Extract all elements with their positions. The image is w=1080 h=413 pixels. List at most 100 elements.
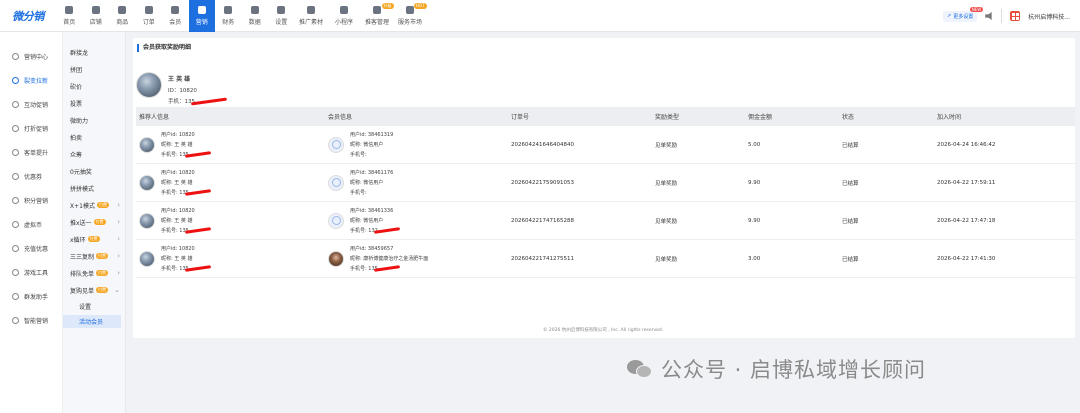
nav-shop[interactable]: 店铺 [83, 0, 110, 32]
main-nav: 首页 店铺 商品 订单 会员 营销 财务 数据 设置 推广素材 小程序 推客管理… [56, 0, 427, 32]
member-name: 王 英 雄 [168, 76, 191, 83]
member-id: 用户id: 38461336 [350, 208, 394, 214]
join-time: 2026-04-22 17:59:11 [937, 179, 996, 186]
paid-badge: 付费 [96, 287, 109, 293]
sidebar-item-discount[interactable]: 打折促销 [0, 116, 62, 140]
speaker-icon[interactable] [985, 12, 992, 20]
referrer-name: 昵称: 王 英 雄 [161, 180, 193, 186]
broadcast-icon [12, 292, 19, 300]
referrer-phone-row: 手机号: 135 [161, 227, 211, 234]
sidebar-item-recharge[interactable]: 充值优惠 [0, 236, 62, 260]
status-text: 已结算 [842, 142, 859, 149]
chevron-right-icon: › [117, 235, 120, 243]
col-member: 会员信息 [328, 114, 353, 121]
sidebar-item-games[interactable]: 游戏工具 [0, 260, 62, 284]
nav-marketing[interactable]: 营销 [188, 0, 215, 32]
sidebar-item-coupon[interactable]: 优惠券 [0, 164, 62, 188]
smart-icon [12, 316, 19, 324]
sub-item-crowdfund[interactable]: 众筹 [63, 147, 125, 161]
nav-market[interactable]: 服务市场 HOT [394, 0, 427, 32]
referrer-phone-row: 手机号: 135 [161, 189, 211, 196]
member-nickname: 昵称: 微信用户 [350, 180, 384, 186]
sidebar-item-virtual-coin[interactable]: 虚拟币 [0, 212, 62, 236]
game-icon [12, 268, 19, 276]
nav-member[interactable]: 会员 [162, 0, 189, 32]
nav-miniapp[interactable]: 小程序 [328, 0, 361, 32]
member-id: 用户id: 38459657 [350, 246, 394, 252]
home-icon [65, 5, 74, 14]
sub-item-x-cycle[interactable]: x循环 付费 › [63, 232, 125, 246]
avatar-placeholder [328, 174, 344, 191]
member-nickname: 昵称: 微信用户 [350, 142, 384, 148]
paid-badge: 付费 [96, 253, 109, 259]
nav-promoter[interactable]: 推客管理 升级 [361, 0, 394, 32]
referrer-id: 用户id: 10820 [161, 170, 195, 176]
sidebar-item-broadcast[interactable]: 群发助手 [0, 284, 62, 308]
col-status: 状态 [842, 114, 855, 121]
app-logo[interactable]: 微分销 [0, 0, 56, 32]
sidebar-item-interactive[interactable]: 互动促销 [0, 92, 62, 116]
sub-item-triple-copy[interactable]: 三三复制 付费 › [63, 249, 125, 263]
sub-item-auction[interactable]: 拍卖 [63, 130, 125, 144]
sidebar-item-order-boost[interactable]: 客单提升 [0, 140, 62, 164]
page-title: 会员获取奖励明细 [137, 44, 191, 52]
col-amount: 佣金金额 [748, 114, 773, 121]
finance-icon [224, 5, 233, 14]
sub-item-settings[interactable]: 设置 [63, 300, 121, 313]
sidebar-item-points[interactable]: 积分营销 [0, 188, 62, 212]
sub-item-group-buy[interactable]: 拼团 [63, 62, 125, 76]
sub-item-push-x[interactable]: 推x送一 付费 › [63, 215, 125, 229]
company-name[interactable]: 杭州启博科技... [1028, 12, 1070, 21]
member-phone-row: 手机：135 [168, 97, 228, 106]
more-settings-button[interactable]: ➚ 更多设置 NEW [943, 6, 984, 22]
sub-item-x-plus-1[interactable]: X+1模式 付费 › [63, 198, 125, 212]
avatar [328, 250, 344, 267]
nav-data[interactable]: 数据 [242, 0, 269, 32]
nav-settings[interactable]: 设置 [268, 0, 295, 32]
sub-item-bargain[interactable]: 砍价 [63, 79, 125, 93]
reward-amount: 3.00 [748, 255, 761, 262]
top-navbar: 微分销 首页 店铺 商品 订单 会员 营销 财务 数据 设置 推广素材 小程序 … [0, 0, 1080, 32]
sidebar-item-marketing-center[interactable]: 营销中心 [0, 44, 62, 68]
member-card: 王 英 雄 ID：10820 手机：135 [136, 72, 228, 106]
coupon-icon [12, 172, 19, 180]
reward-type: 见单奖励 [655, 218, 678, 225]
nav-goods[interactable]: 商品 [109, 0, 136, 32]
hot-tag: HOT [413, 2, 427, 9]
divider [1001, 9, 1003, 23]
order-boost-icon [12, 148, 19, 156]
nav-promo-material[interactable]: 推广素材 [295, 0, 328, 32]
chevron-right-icon: › [117, 252, 120, 260]
reward-type: 见单奖励 [655, 180, 678, 187]
order-number: 202604241646404840 [511, 141, 574, 148]
sidebar-item-smart[interactable]: 智能营销 [0, 308, 62, 332]
nav-home[interactable]: 首页 [56, 0, 83, 32]
sub-item-vote[interactable]: 投票 [63, 96, 125, 110]
shop-icon [91, 5, 100, 14]
sub-item-assist[interactable]: 微助力 [63, 113, 125, 127]
nav-order[interactable]: 订单 [136, 0, 163, 32]
data-icon [250, 5, 259, 14]
top-right-tools: ➚ 更多设置 NEW 杭州启博科技... [943, 0, 1070, 32]
member-id: ID：10820 [168, 88, 197, 94]
status-text: 已结算 [842, 256, 859, 263]
sub-item-lottery[interactable]: 0元抽奖 [63, 164, 125, 178]
nav-finance[interactable]: 财务 [215, 0, 242, 32]
primary-sidebar: 营销中心 裂变拉新 互动促销 打折促销 客单提升 优惠券 积分营销 虚拟币 充值… [0, 32, 63, 413]
sub-item-queue-free[interactable]: 排队免单 付费 › [63, 266, 125, 280]
sub-item-repurchase[interactable]: 复购见单 付费 ⌄ [63, 283, 125, 297]
member-phone-row: 手机号: 132 [350, 227, 400, 234]
referrer-phone-row: 手机号: 135 [161, 265, 211, 272]
marketing-center-icon [12, 52, 19, 60]
sub-item-group-chain[interactable]: 群接龙 [63, 45, 125, 59]
sub-item-pinpin[interactable]: 拼拼模式 [63, 181, 125, 195]
wechat-icon [627, 358, 653, 380]
secondary-sidebar: 群接龙 拼团 砍价 投票 微助力 拍卖 众筹 0元抽奖 拼拼模式 X+1模式 付费… [63, 32, 126, 413]
chevron-right-icon: › [117, 201, 120, 209]
sidebar-item-fission[interactable]: 裂变拉新 [0, 68, 62, 92]
avatar [139, 212, 155, 229]
sub-item-active-members[interactable]: 活动会员 [63, 315, 121, 328]
status-text: 已结算 [842, 218, 859, 225]
reward-amount: 5.00 [748, 141, 761, 148]
member-phone-row: 手机号: 135 [350, 265, 428, 272]
